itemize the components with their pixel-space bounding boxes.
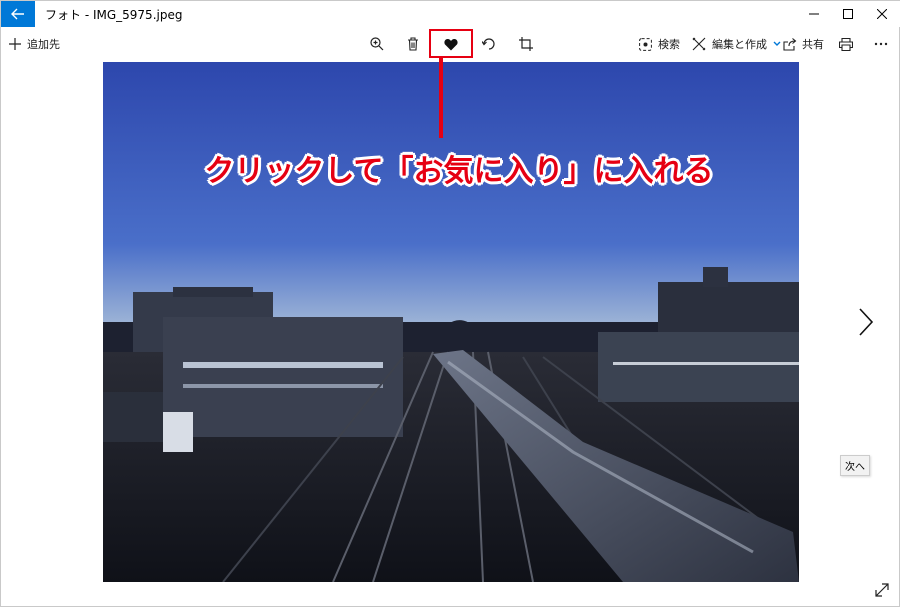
- crop-icon: [519, 37, 533, 51]
- title-bar: フォト - IMG_5975.jpeg: [1, 1, 900, 27]
- maximize-button[interactable]: [831, 1, 865, 27]
- zoom-icon: [370, 37, 384, 51]
- share-icon: [783, 37, 797, 51]
- window-title: フォト - IMG_5975.jpeg: [45, 8, 183, 22]
- favorite-highlight-box: [429, 29, 473, 58]
- callout-line: [439, 58, 443, 138]
- minimize-icon: [809, 13, 819, 15]
- minimize-button[interactable]: [797, 1, 831, 27]
- share-button[interactable]: 共有: [783, 27, 824, 61]
- back-button[interactable]: [1, 1, 35, 27]
- print-icon: [839, 37, 853, 51]
- chevron-right-icon: [859, 308, 874, 336]
- maximize-icon: [843, 9, 853, 19]
- edit-create-label: 編集と作成: [712, 38, 767, 51]
- edit-icon: [692, 37, 706, 51]
- search-label: 検索: [658, 38, 680, 51]
- add-icon: [9, 38, 21, 50]
- zoom-button[interactable]: [363, 27, 391, 61]
- add-to-button[interactable]: 追加先: [9, 27, 60, 61]
- next-tooltip: 次へ: [840, 455, 870, 476]
- annotation-callout: クリックして「お気に入り」に入れる: [204, 154, 714, 189]
- close-button[interactable]: [865, 1, 899, 27]
- search-button[interactable]: 検索: [639, 27, 680, 61]
- railway-dusk-photo: [103, 62, 799, 582]
- rotate-button[interactable]: [475, 27, 503, 61]
- print-button[interactable]: [832, 27, 860, 61]
- rotate-icon: [482, 38, 495, 50]
- close-icon: [877, 9, 887, 19]
- next-photo-button[interactable]: [851, 301, 881, 343]
- search-icon: [639, 37, 652, 51]
- expand-icon: [875, 583, 889, 597]
- photos-app-window: フォト - IMG_5975.jpeg 追加先 検索 編集と作成 共有 クリック…: [0, 0, 900, 607]
- edit-create-button[interactable]: 編集と作成: [692, 27, 781, 61]
- delete-icon: [408, 37, 418, 51]
- crop-button[interactable]: [512, 27, 540, 61]
- share-label: 共有: [802, 38, 824, 51]
- chevron-down-icon: [773, 41, 781, 46]
- delete-button[interactable]: [399, 27, 427, 61]
- more-icon: [874, 42, 888, 46]
- more-button[interactable]: [867, 27, 895, 61]
- add-to-label: 追加先: [27, 38, 60, 51]
- photo-view[interactable]: [103, 62, 799, 582]
- back-arrow-icon: [11, 8, 24, 20]
- fullscreen-button[interactable]: [871, 579, 893, 601]
